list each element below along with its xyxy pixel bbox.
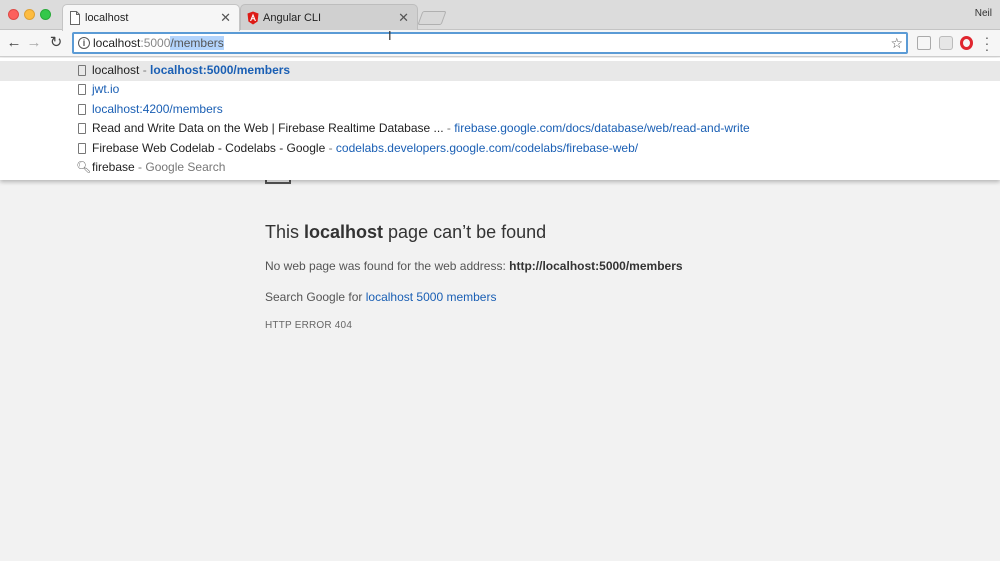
suggestion-item[interactable]: localhost:4200/members: [0, 100, 1000, 120]
error-message: No web page was found for the web addres…: [265, 259, 683, 273]
tab-localhost[interactable]: localhost ✕: [62, 4, 240, 31]
window-minimize-button[interactable]: [24, 9, 35, 20]
tab-label: localhost: [85, 12, 129, 24]
error-code: HTTP ERROR 404: [265, 320, 353, 331]
suggestion-item[interactable]: Read and Write Data on the Web | Firebas…: [0, 119, 1000, 139]
page-icon: [78, 65, 86, 76]
close-icon[interactable]: ✕: [398, 5, 409, 31]
page-icon: [78, 103, 86, 115]
address-text[interactable]: localhost:5000/members: [93, 34, 224, 52]
page-icon: [78, 123, 86, 134]
profile-name[interactable]: Neil: [975, 8, 992, 19]
tab-label: Angular CLI: [263, 12, 322, 24]
suggestion-item[interactable]: jwt.io: [0, 80, 1000, 100]
star-icon[interactable]: ☆: [890, 34, 903, 52]
info-icon[interactable]: i: [78, 37, 90, 49]
suggestion-item[interactable]: localhost - localhost:5000/members: [0, 61, 1000, 81]
close-icon[interactable]: ✕: [220, 5, 231, 31]
new-tab-button[interactable]: [417, 11, 447, 25]
back-arrow-icon[interactable]: ←: [4, 33, 24, 53]
toolbar: ← → ↻ i localhost:5000/members ☆ · · ·: [0, 30, 1000, 57]
extension-icon[interactable]: [917, 36, 931, 50]
page-icon: [70, 11, 80, 25]
address-bar[interactable]: i localhost:5000/members ☆: [72, 32, 908, 54]
search-suggestion: Search Google for localhost 5000 members: [265, 290, 497, 304]
suggestion-item[interactable]: Firebase Web Codelab - Codelabs - Google…: [0, 139, 1000, 159]
text-cursor-icon: I: [388, 28, 392, 43]
reload-icon[interactable]: ↻: [46, 33, 66, 53]
search-google-link[interactable]: localhost 5000 members: [366, 290, 497, 304]
page-icon: [78, 84, 86, 95]
address-selection: /members: [170, 36, 224, 50]
title-bar: localhost ✕ Angular CLI ✕ Neil: [0, 0, 1000, 31]
search-icon: 🔍︎: [76, 160, 92, 174]
window-maximize-button[interactable]: [40, 9, 51, 20]
page-icon: [78, 142, 86, 154]
suggestion-dropdown: localhost - localhost:5000/members jwt.i…: [0, 58, 1000, 180]
angular-icon: [247, 11, 259, 25]
extension-icon[interactable]: [939, 36, 953, 50]
tab-angular-cli[interactable]: Angular CLI ✕: [240, 4, 418, 31]
page-title: This localhost page can’t be found: [265, 222, 547, 242]
window-close-button[interactable]: [8, 9, 19, 20]
opera-icon[interactable]: [960, 36, 973, 50]
suggestion-item[interactable]: 🔍︎ firebase - Google Search: [0, 158, 1000, 178]
forward-arrow-icon[interactable]: →: [24, 33, 44, 53]
menu-icon[interactable]: · · ·: [982, 30, 992, 56]
